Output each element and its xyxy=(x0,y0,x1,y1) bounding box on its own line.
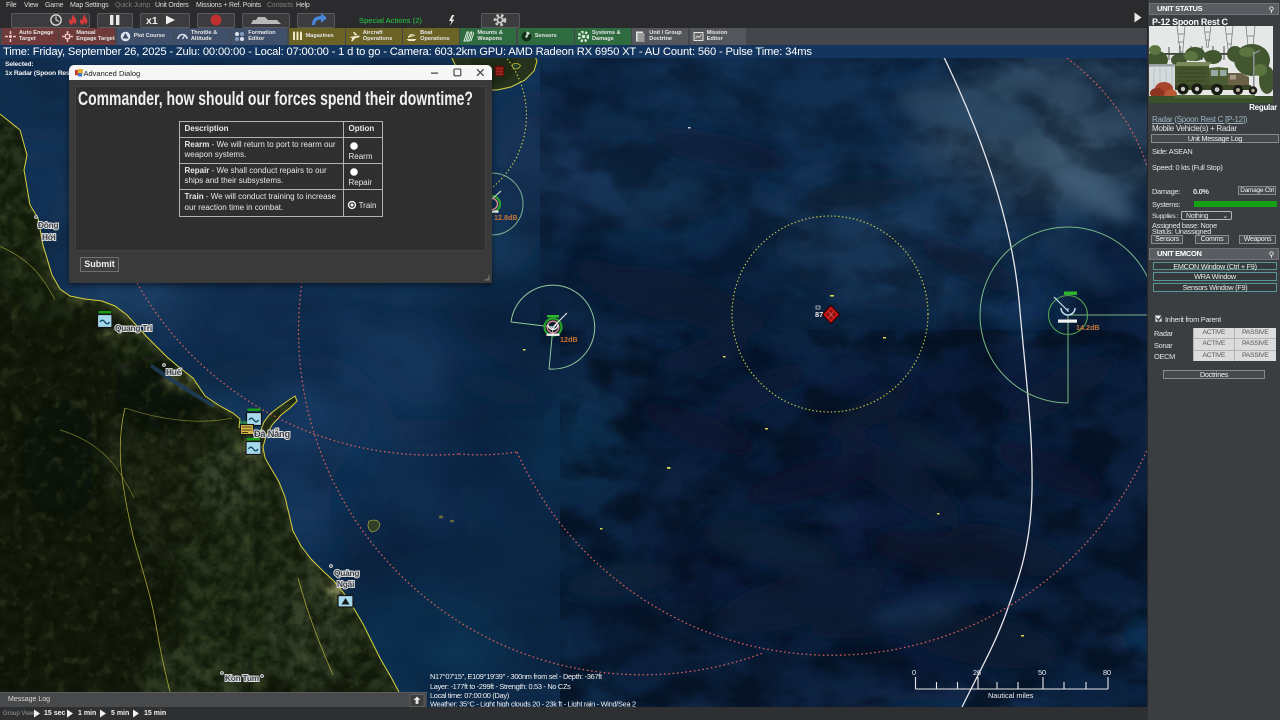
svg-text:Đà Nẵng: Đà Nẵng xyxy=(254,428,290,439)
svg-text:Ngãi: Ngãi xyxy=(337,579,354,589)
svg-text:0: 0 xyxy=(912,668,916,677)
svg-text:1x Radar (Spoon Rest C: 1x Radar (Spoon Rest C xyxy=(5,70,78,77)
svg-text:Weather: 35°C - Light high clo: Weather: 35°C - Light high clouds 20 - 2… xyxy=(430,700,636,708)
svg-text:Đông: Đông xyxy=(38,220,59,230)
svg-text:x1: x1 xyxy=(146,15,158,27)
svg-text:Nautical miles: Nautical miles xyxy=(988,691,1034,700)
svg-text:888: 888 xyxy=(240,420,248,425)
svg-text:Huế: Huế xyxy=(166,367,182,377)
svg-text:Quảng: Quảng xyxy=(334,568,359,578)
svg-text:12dB: 12dB xyxy=(560,335,578,344)
svg-text:26: 26 xyxy=(973,668,981,677)
svg-text:14.2dB: 14.2dB xyxy=(1076,323,1100,332)
svg-text:87: 87 xyxy=(815,310,823,319)
svg-text:N17°07'15", E109°19'39" - 300n: N17°07'15", E109°19'39" - 300nm from sel… xyxy=(430,672,602,681)
svg-text:Kon Tum: Kon Tum xyxy=(225,673,259,683)
svg-text:Quang Tri: Quang Tri xyxy=(115,323,152,333)
svg-text:Special Actions (2): Special Actions (2) xyxy=(359,16,422,25)
svg-text:12.8dB: 12.8dB xyxy=(494,213,518,222)
svg-text:Selected:: Selected: xyxy=(5,61,33,68)
svg-text:Layer: -177ft to -299ft - Stre: Layer: -177ft to -299ft - Strength: 0.53… xyxy=(430,682,571,691)
svg-text:80: 80 xyxy=(1103,668,1111,677)
svg-text:50: 50 xyxy=(1038,668,1046,677)
svg-text:Hới: Hới xyxy=(42,232,56,242)
